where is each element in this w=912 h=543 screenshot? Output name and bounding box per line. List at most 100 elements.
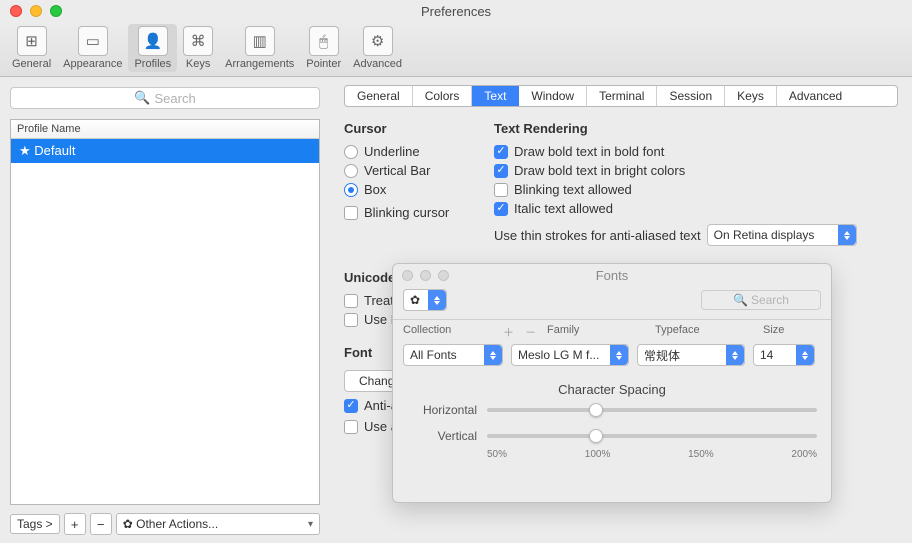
tags-button[interactable]: Tags > [10,514,60,534]
gear-icon: ✿ [410,293,420,307]
profile-tabs: General Colors Text Window Terminal Sess… [344,85,898,107]
tick: 150% [688,449,714,460]
family-dropdown[interactable]: Meslo LG M f... [511,344,629,366]
gear-icon: ✿ [123,517,133,531]
tab-general[interactable]: ⊞ General [6,24,57,72]
dropdown-icon [428,290,446,310]
label-bold-font: Draw bold text in bold font [514,144,664,159]
tab-pointer[interactable]: 🖱 Pointer [300,24,347,72]
remove-button[interactable]: − [90,513,112,535]
slider-knob[interactable] [589,403,603,417]
tick: 200% [791,449,817,460]
tab-keys2[interactable]: Keys [725,86,777,106]
label-vertical: Vertical Bar [364,163,430,178]
tab-label: Advanced [353,58,402,70]
radio-box[interactable] [344,183,358,197]
radio-underline[interactable] [344,145,358,159]
check-bright[interactable] [494,164,508,178]
advanced-icon: ⚙ [363,26,393,56]
vertical-slider[interactable] [487,434,817,438]
tab-general[interactable]: General [345,86,413,106]
tab-arrangements[interactable]: ▥ Arrangements [219,24,300,72]
size-value: 14 [760,348,773,362]
label-blinking-cursor: Blinking cursor [364,205,449,220]
check-blinking-cursor[interactable] [344,206,358,220]
tab-label: Pointer [306,58,341,70]
list-empty [11,163,319,504]
fonts-search-input[interactable]: 🔍Search [701,290,821,310]
list-header[interactable]: Profile Name [11,120,319,139]
tab-label: Arrangements [225,58,294,70]
tab-terminal[interactable]: Terminal [587,86,657,106]
other-actions-label: Other Actions... [136,517,218,531]
horizontal-label: Horizontal [407,403,477,417]
remove-collection-button[interactable]: － [525,324,547,340]
fonts-gear-dropdown[interactable]: ✿ [403,289,447,311]
tab-profiles[interactable]: 👤 Profiles [128,24,177,72]
collection-dropdown[interactable]: All Fonts [403,344,503,366]
tab-colors[interactable]: Colors [413,86,473,106]
collection-value: All Fonts [410,348,457,362]
dropdown-icon [726,345,744,365]
window-title: Preferences [0,4,912,19]
col-typeface: Typeface [655,324,763,340]
other-actions-dropdown[interactable]: ✿ Other Actions... [116,513,320,535]
profiles-icon: 👤 [138,26,168,56]
label-italic: Italic text allowed [514,201,613,216]
dropdown-icon [838,225,856,245]
tick: 100% [585,449,611,460]
fonts-title: Fonts [393,268,831,283]
tab-advanced[interactable]: ⚙ Advanced [347,24,408,72]
label-box: Box [364,182,386,197]
check-treat[interactable] [344,294,358,308]
check-bold-font[interactable] [494,145,508,159]
pointer-icon: 🖱 [309,26,339,56]
check-blinking-text[interactable] [494,183,508,197]
col-size: Size [763,324,784,340]
add-button[interactable]: + [64,513,86,535]
size-dropdown[interactable]: 14 [753,344,815,366]
cursor-title: Cursor [344,121,494,136]
tab-label: Profiles [134,58,171,70]
horizontal-slider[interactable] [487,408,817,412]
tab-session[interactable]: Session [657,86,725,106]
col-collection: Collection [403,324,503,340]
tab-label: Keys [186,58,210,70]
search-placeholder: Search [154,91,195,106]
thin-strokes-value: On Retina displays [714,228,815,242]
check-italic[interactable] [494,202,508,216]
tab-window[interactable]: Window [519,86,587,106]
typeface-dropdown[interactable]: 常规体 [637,344,745,366]
search-icon: 🔍 [134,90,150,106]
check-useac[interactable] [344,420,358,434]
add-collection-button[interactable]: ＋ [503,324,525,340]
tab-text[interactable]: Text [472,86,519,106]
label-underline: Underline [364,144,420,159]
search-input[interactable]: 🔍 Search [10,87,320,109]
tick: 50% [487,449,507,460]
tab-label: Appearance [63,58,122,70]
textrender-title: Text Rendering [494,121,857,136]
tab-advanced2[interactable]: Advanced [777,86,854,106]
check-usehf[interactable] [344,313,358,327]
tab-appearance[interactable]: ▭Appearance [57,24,128,72]
dropdown-icon [796,345,814,365]
thin-strokes-dropdown[interactable]: On Retina displays [707,224,857,246]
list-item[interactable]: ★ Default [11,139,319,163]
typeface-value: 常规体 [644,347,680,364]
dropdown-icon [484,345,502,365]
check-antialias[interactable] [344,399,358,413]
slider-knob[interactable] [589,429,603,443]
tab-label: General [12,58,51,70]
fonts-search-placeholder: Search [751,293,789,307]
keys-icon: ⌘ [183,26,213,56]
fonts-panel: Fonts ✿ 🔍Search Collection ＋ － Family Ty… [392,263,832,503]
profile-list: Profile Name ★ Default [10,119,320,505]
arrangements-icon: ▥ [245,26,275,56]
spacing-title: Character Spacing [393,382,831,397]
general-icon: ⊞ [17,26,47,56]
vertical-label: Vertical [407,429,477,443]
main-toolbar: ⊞ General ▭Appearance 👤 Profiles ⌘ Keys ▥ Ar… [0,22,912,77]
tab-keys[interactable]: ⌘ Keys [177,24,219,72]
radio-vertical[interactable] [344,164,358,178]
